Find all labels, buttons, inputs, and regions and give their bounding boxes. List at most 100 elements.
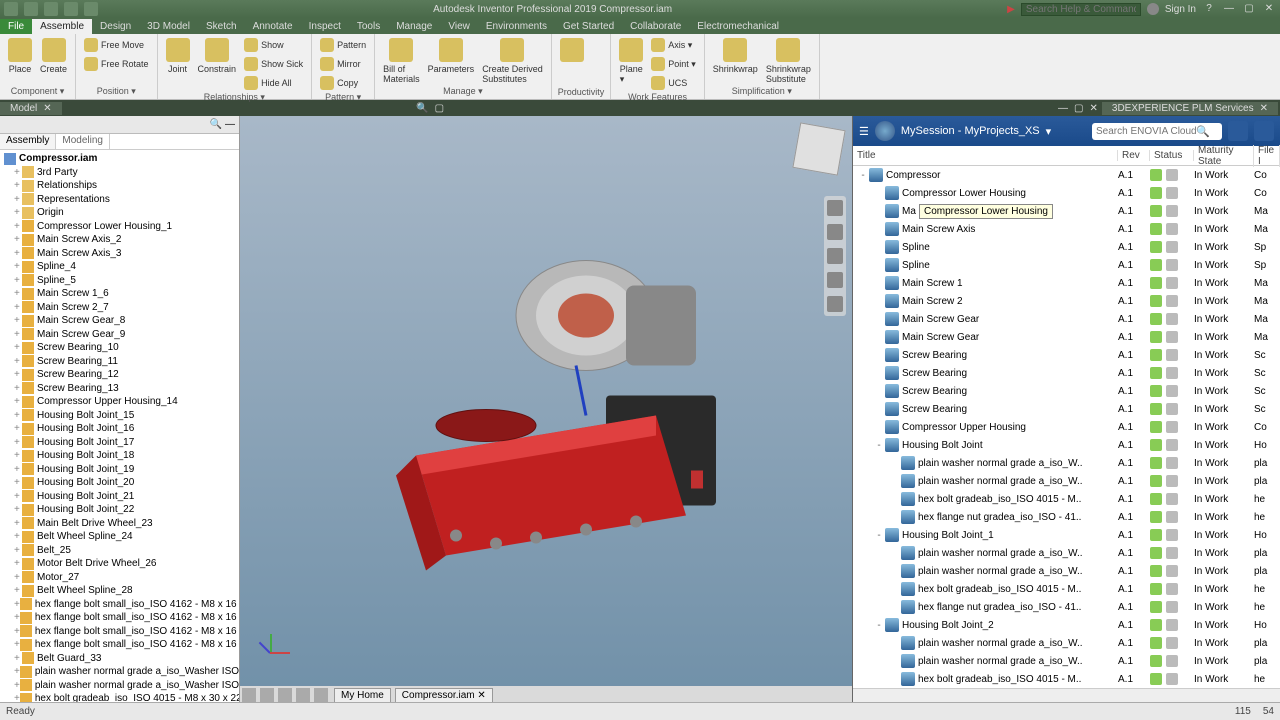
- tree-node[interactable]: +Relationships: [0, 179, 239, 193]
- plm-row[interactable]: MaA.1In WorkMa: [853, 202, 1280, 220]
- tree-node[interactable]: +Main Belt Drive Wheel_23: [0, 517, 239, 531]
- close-icon[interactable]: ✕: [1260, 103, 1268, 114]
- menu-tab-3d-model[interactable]: 3D Model: [139, 19, 198, 34]
- plm-row[interactable]: -Housing Bolt Joint_1A.1In WorkHo: [853, 526, 1280, 544]
- menu-tab-manage[interactable]: Manage: [388, 19, 440, 34]
- tree-node[interactable]: +Compressor Lower Housing_1: [0, 220, 239, 234]
- tree-node[interactable]: +Motor Belt Drive Wheel_26: [0, 557, 239, 571]
- ribbon-copy[interactable]: Copy: [318, 74, 368, 92]
- pan-icon[interactable]: [827, 248, 843, 264]
- vp-minimize-icon[interactable]: —: [1058, 103, 1068, 114]
- menu-icon[interactable]: ☰: [859, 125, 869, 138]
- tree-node[interactable]: +Main Screw Axis_3: [0, 247, 239, 261]
- qat-redo-icon[interactable]: [84, 2, 98, 16]
- menu-tab-sketch[interactable]: Sketch: [198, 19, 245, 34]
- col-maturity[interactable]: Maturity State: [1194, 145, 1254, 167]
- tree-node[interactable]: +Housing Bolt Joint_20: [0, 476, 239, 490]
- close-icon[interactable]: ✕: [43, 103, 51, 114]
- menu-tab-electromechanical[interactable]: Electromechanical: [689, 19, 787, 34]
- tree-node[interactable]: +Housing Bolt Joint_15: [0, 409, 239, 423]
- tree-node[interactable]: +hex flange bolt small_iso_ISO 4162 - M8…: [0, 611, 239, 625]
- home-icon[interactable]: [827, 200, 843, 216]
- plm-panel-tab[interactable]: 3DEXPERIENCE PLM Services✕: [1102, 102, 1278, 115]
- restore-icon[interactable]: ▢: [435, 103, 444, 114]
- menu-tab-view[interactable]: View: [440, 19, 478, 34]
- plm-row[interactable]: plain washer normal grade a_iso_W..A.1In…: [853, 472, 1280, 490]
- browser-tab-assembly[interactable]: Assembly: [0, 134, 56, 149]
- plm-row[interactable]: Main Screw 2A.1In WorkMa: [853, 292, 1280, 310]
- ribbon-mirror[interactable]: Mirror: [318, 55, 368, 73]
- browser-tab-modeling[interactable]: Modeling: [56, 134, 110, 149]
- plm-row[interactable]: -CompressorA.1In WorkCo: [853, 166, 1280, 184]
- vb-icon[interactable]: [260, 688, 274, 702]
- tree-node[interactable]: +hex flange bolt small_iso_ISO 4162 - M8…: [0, 638, 239, 652]
- plm-row[interactable]: plain washer normal grade a_iso_W..A.1In…: [853, 544, 1280, 562]
- tree-node[interactable]: +Belt Wheel Spline_24: [0, 530, 239, 544]
- search-icon[interactable]: 🔍: [210, 119, 222, 130]
- plm-row[interactable]: plain washer normal grade a_iso_W..A.1In…: [853, 634, 1280, 652]
- ribbon-ucs[interactable]: UCS: [649, 74, 698, 92]
- menu-tab-inspect[interactable]: Inspect: [301, 19, 349, 34]
- lookat-icon[interactable]: [827, 296, 843, 312]
- ribbon-shrinkwrap[interactable]: Shrinkwrap: [711, 36, 760, 86]
- tree-node[interactable]: +plain washer normal grade a_iso_Washer …: [0, 665, 239, 679]
- hamburger-icon[interactable]: [1254, 121, 1274, 141]
- plm-row[interactable]: Main Screw GearA.1In WorkMa: [853, 310, 1280, 328]
- collapse-icon[interactable]: —: [225, 119, 235, 130]
- tree-node[interactable]: +Spline_4: [0, 260, 239, 274]
- maximize-icon[interactable]: ▢: [1242, 2, 1256, 16]
- tree-node[interactable]: +Housing Bolt Joint_18: [0, 449, 239, 463]
- plm-row[interactable]: plain washer normal grade a_iso_W..A.1In…: [853, 562, 1280, 580]
- ribbon-constrain[interactable]: Constrain: [196, 36, 239, 92]
- viewport[interactable]: My Home Compressor.iam ✕: [240, 116, 852, 704]
- menu-tab-collaborate[interactable]: Collaborate: [622, 19, 689, 34]
- app-icon[interactable]: [4, 2, 18, 16]
- plm-search-input[interactable]: [1096, 126, 1196, 137]
- chevron-down-icon[interactable]: ▾: [1046, 125, 1052, 138]
- viewcube[interactable]: [792, 122, 845, 175]
- help-icon[interactable]: ?: [1202, 2, 1216, 16]
- vb-icon[interactable]: [242, 688, 256, 702]
- vp-tab-home[interactable]: My Home: [334, 688, 391, 703]
- tree-root[interactable]: Compressor.iam: [0, 152, 239, 166]
- tree-node[interactable]: +Screw Bearing_10: [0, 341, 239, 355]
- close-icon[interactable]: ✕: [1262, 2, 1276, 16]
- ribbon-show[interactable]: Show: [242, 36, 305, 54]
- session-title[interactable]: MySession - MyProjects_XS: [901, 125, 1040, 137]
- tree-node[interactable]: +Housing Bolt Joint_21: [0, 490, 239, 504]
- plm-row[interactable]: SplineA.1In WorkSp: [853, 256, 1280, 274]
- ribbon-axis-▾[interactable]: Axis ▾: [649, 36, 698, 54]
- plm-row[interactable]: hex flange nut gradea_iso_ISO - 41..A.1I…: [853, 508, 1280, 526]
- plm-row[interactable]: Compressor Lower HousingA.1In WorkCo: [853, 184, 1280, 202]
- menu-tab-get-started[interactable]: Get Started: [555, 19, 622, 34]
- ribbon-free-rotate[interactable]: Free Rotate: [82, 55, 151, 73]
- model-panel-tab[interactable]: Model✕: [0, 102, 62, 115]
- tree-node[interactable]: +3rd Party: [0, 166, 239, 180]
- search-icon[interactable]: 🔍: [416, 103, 428, 114]
- ribbon-shrinkwrap[interactable]: ShrinkwrapSubstitute: [764, 36, 813, 86]
- menu-tab-assemble[interactable]: Assemble: [32, 19, 92, 34]
- tree-node[interactable]: +Main Screw 1_6: [0, 287, 239, 301]
- tree-node[interactable]: +Origin: [0, 206, 239, 220]
- ribbon-bill-of[interactable]: Bill ofMaterials: [381, 36, 422, 86]
- qat-save-icon[interactable]: [44, 2, 58, 16]
- help-search-input[interactable]: [1021, 3, 1141, 16]
- col-status[interactable]: Status: [1150, 150, 1194, 161]
- plm-row[interactable]: hex flange nut gradea_iso_ISO - 41..A.1I…: [853, 598, 1280, 616]
- ribbon-create-derived[interactable]: Create DerivedSubstitutes: [480, 36, 545, 86]
- plm-row[interactable]: SplineA.1In WorkSp: [853, 238, 1280, 256]
- tree-node[interactable]: +Main Screw 2_7: [0, 301, 239, 315]
- plm-row[interactable]: -Housing Bolt JointA.1In WorkHo: [853, 436, 1280, 454]
- plm-row[interactable]: hex bolt gradeab_iso_ISO 4015 - M..A.1In…: [853, 670, 1280, 688]
- plm-row[interactable]: Main Screw GearA.1In WorkMa: [853, 328, 1280, 346]
- vp-tab-doc[interactable]: Compressor.iam ✕: [395, 688, 493, 703]
- zoom-icon[interactable]: [827, 272, 843, 288]
- ribbon-joint[interactable]: Joint: [164, 36, 192, 92]
- tree-node[interactable]: +Belt Wheel Spline_28: [0, 584, 239, 598]
- tree-node[interactable]: +Spline_5: [0, 274, 239, 288]
- ribbon-plane[interactable]: Plane▾: [617, 36, 645, 92]
- tree-node[interactable]: +Main Screw Gear_8: [0, 314, 239, 328]
- plm-row[interactable]: -Housing Bolt Joint_2A.1In WorkHo: [853, 616, 1280, 634]
- search-icon[interactable]: 🔍: [1196, 125, 1210, 138]
- tree-node[interactable]: +hex flange bolt small_iso_ISO 4162 - M8…: [0, 625, 239, 639]
